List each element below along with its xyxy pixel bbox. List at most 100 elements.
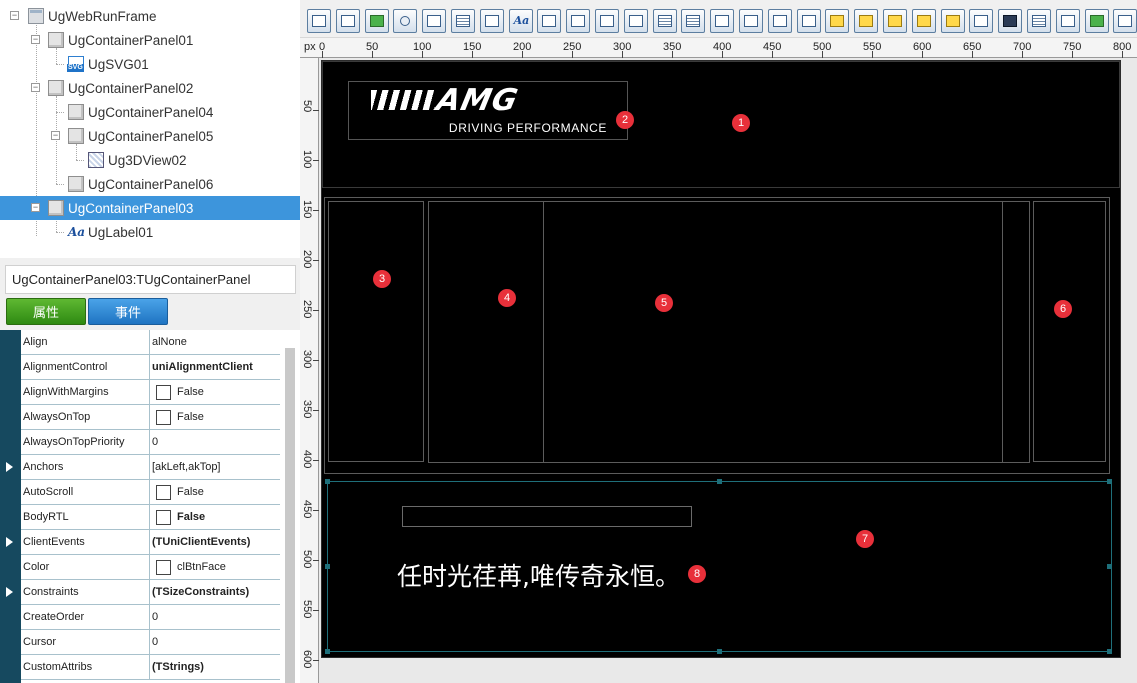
expand-arrow-icon[interactable] [6,462,13,472]
palette-button[interactable] [393,9,418,33]
slogan-label[interactable]: 任时光荏苒,唯传奇永恒。 [397,557,680,593]
property-row[interactable]: Cursor 0 [21,630,280,655]
palette-button[interactable] [422,9,447,33]
property-value[interactable]: clBtnFace [150,555,280,579]
tree-node[interactable]: UgContainerPanel02 [48,76,193,100]
property-row[interactable]: Constraints (TSizeConstraints) [21,580,280,605]
property-value[interactable]: False [150,405,280,429]
property-row[interactable]: ClientEvents (TUniClientEvents) [21,530,280,555]
palette-button[interactable] [825,9,850,33]
tree-node[interactable]: UgContainerPanel05 [68,124,213,148]
property-row[interactable]: AlignmentControl uniAlignmentClient [21,355,280,380]
palette-button[interactable] [1055,9,1080,33]
collapse-toggle-icon[interactable] [31,83,40,92]
tree-node[interactable]: UgContainerPanel03 [0,196,300,220]
palette-button[interactable] [364,9,389,33]
palette-button[interactable] [508,9,533,33]
amg-logo-svg[interactable]: AMG DRIVING PERFORMANCE [348,81,628,140]
property-value[interactable]: (TSizeConstraints) [150,580,280,604]
palette-button[interactable] [739,9,763,33]
tree-node[interactable]: Ug3DView02 [88,148,187,172]
tree-node[interactable]: UgContainerPanel06 [68,172,213,196]
expand-arrow-icon[interactable] [6,537,13,547]
property-row[interactable]: BodyRTL False [21,505,280,530]
property-row[interactable]: CreateOrder 0 [21,605,280,630]
tree-node[interactable]: UgContainerPanel01 [48,28,193,52]
resize-handle[interactable] [325,564,330,569]
container-panel-06[interactable] [1033,201,1106,462]
property-row[interactable]: Anchors [akLeft,akTop] [21,455,280,480]
palette-button[interactable] [307,9,331,33]
property-value[interactable]: (TStrings) [150,655,280,679]
palette-button[interactable] [566,9,591,33]
palette-button[interactable] [767,9,792,33]
palette-button[interactable] [451,9,475,33]
property-row[interactable]: AlwaysOnTop False [21,405,280,430]
palette-button[interactable] [537,9,562,33]
property-row[interactable]: CustomAttribs (TStrings) [21,655,280,680]
property-checkbox[interactable] [156,409,171,425]
3d-view-02[interactable] [543,201,1003,463]
property-value[interactable]: alNone [150,330,280,354]
resize-handle[interactable] [1107,564,1112,569]
property-value[interactable]: [akLeft,akTop] [150,455,280,479]
property-checkbox[interactable] [156,559,171,575]
palette-button[interactable] [710,9,735,33]
property-checkbox[interactable] [156,484,171,500]
collapse-toggle-icon[interactable] [31,35,40,44]
tree-node[interactable]: UgSVG01 [67,52,149,76]
collapse-toggle-icon[interactable] [31,203,40,212]
property-grid-scrollbar[interactable] [285,348,295,683]
property-value[interactable]: False [150,505,280,529]
text-input-field[interactable] [402,506,692,527]
palette-button[interactable] [940,9,965,33]
palette-button[interactable] [479,9,504,33]
property-value[interactable]: 0 [150,430,280,454]
property-row[interactable]: AlwaysOnTopPriority 0 [21,430,280,455]
property-value[interactable]: False [150,380,280,404]
container-panel-04[interactable] [328,201,424,462]
property-value[interactable]: 0 [150,605,280,629]
resize-handle[interactable] [325,479,330,484]
palette-button[interactable] [969,9,994,33]
label-icon [68,224,84,240]
tab-properties[interactable]: 属性 [6,298,86,325]
palette-button[interactable] [335,9,360,33]
palette-button[interactable] [623,9,648,33]
property-row[interactable]: Color clBtnFace [21,555,280,580]
tree-node[interactable]: UgLabel01 [68,220,153,244]
palette-button[interactable] [1027,9,1051,33]
collapse-toggle-icon[interactable] [51,131,60,140]
property-checkbox[interactable] [156,384,171,400]
resize-handle[interactable] [1107,649,1112,654]
palette-button[interactable] [652,9,677,33]
palette-button[interactable] [998,9,1023,33]
palette-button[interactable] [883,9,907,33]
property-row[interactable]: AutoScroll False [21,480,280,505]
property-value[interactable]: (TUniClientEvents) [150,530,280,554]
property-checkbox[interactable] [156,509,171,525]
palette-button[interactable] [854,9,879,33]
palette-button[interactable] [681,9,706,33]
web-run-frame[interactable]: AMG DRIVING PERFORMANCE 任时光荏苒,唯传奇永恒。 1 2… [321,60,1121,658]
resize-handle[interactable] [717,649,722,654]
resize-handle[interactable] [717,479,722,484]
property-row[interactable]: AlignWithMargins False [21,380,280,405]
collapse-toggle-icon[interactable] [10,11,19,20]
property-value[interactable]: uniAlignmentClient [150,355,280,379]
expand-arrow-icon[interactable] [6,587,13,597]
tree-node-label: UgContainerPanel04 [88,104,214,120]
resize-handle[interactable] [1107,479,1112,484]
palette-button[interactable] [796,9,821,33]
palette-button[interactable] [595,9,619,33]
property-row[interactable]: Align alNone [21,330,280,355]
tree-node[interactable]: UgContainerPanel04 [68,100,213,124]
tab-events[interactable]: 事件 [88,298,168,325]
property-value[interactable]: False [150,480,280,504]
palette-button[interactable] [1113,9,1137,33]
resize-handle[interactable] [325,649,330,654]
palette-button[interactable] [1084,9,1109,33]
palette-button[interactable] [911,9,936,33]
property-value[interactable]: 0 [150,630,280,654]
tree-node[interactable]: UgWebRunFrame [28,4,157,28]
